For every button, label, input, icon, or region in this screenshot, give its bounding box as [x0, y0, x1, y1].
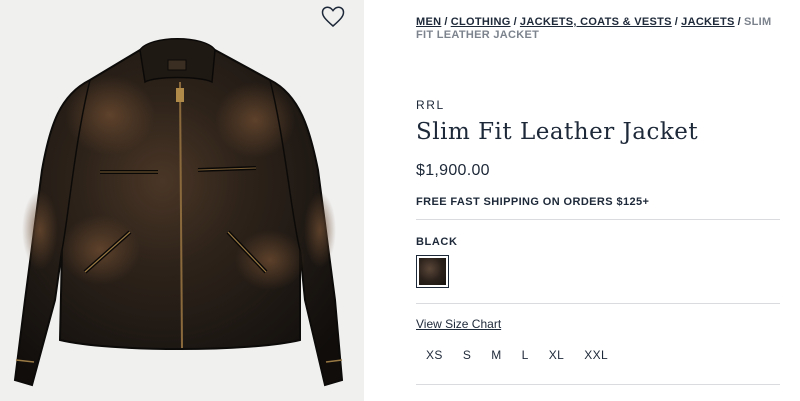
divider [416, 384, 780, 385]
size-option-xs[interactable]: XS [416, 348, 453, 362]
size-option-s[interactable]: S [453, 348, 481, 362]
breadcrumb-link-men[interactable]: MEN [416, 16, 441, 28]
breadcrumb-link-clothing[interactable]: CLOTHING [451, 16, 511, 28]
color-swatch-black[interactable] [416, 255, 449, 288]
shipping-banner: FREE FAST SHIPPING ON ORDERS $125+ [416, 196, 650, 208]
product-image-panel [0, 0, 364, 401]
breadcrumb: MEN / CLOTHING / JACKETS, COATS & VESTS / JACK… [416, 16, 784, 42]
leather-jacket-image[interactable] [0, 0, 364, 401]
breadcrumb-link-jackets-coats-vests[interactable]: JACKETS, COATS & VESTS [520, 16, 672, 28]
size-option-xl[interactable]: XL [539, 348, 574, 362]
size-option-xxl[interactable]: XXL [574, 348, 618, 362]
breadcrumb-separator: / [444, 16, 448, 28]
breadcrumb-link-jackets[interactable]: JACKETS [681, 16, 734, 28]
size-option-m[interactable]: M [481, 348, 511, 362]
size-chart-link[interactable]: View Size Chart [416, 317, 501, 331]
size-option-l[interactable]: L [512, 348, 539, 362]
product-price: $1,900.00 [416, 162, 490, 179]
breadcrumb-separator: / [674, 16, 679, 28]
breadcrumb-separator: / [737, 16, 741, 28]
heart-icon [321, 6, 345, 27]
color-label: BLACK [416, 236, 458, 248]
divider [416, 303, 780, 304]
product-title: Slim Fit Leather Jacket [416, 119, 699, 145]
divider [416, 219, 780, 220]
wishlist-button[interactable] [321, 6, 345, 28]
product-brand[interactable]: RRL [416, 98, 445, 112]
swatch-chip [419, 258, 446, 285]
breadcrumb-separator: / [513, 16, 517, 28]
size-selector: XS S M L XL XXL [416, 348, 618, 362]
